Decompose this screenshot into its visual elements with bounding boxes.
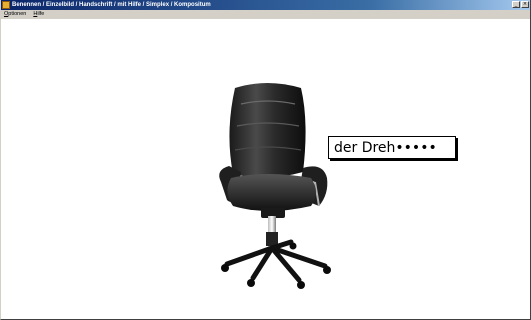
app-icon[interactable] — [2, 1, 10, 9]
title-bar[interactable]: Benennen / Einzelbild / Handschrift / mi… — [1, 0, 530, 10]
menu-bar: Optionen Hilfe — [1, 10, 530, 20]
minimize-button[interactable]: _ — [512, 1, 520, 8]
menu-optionen-label: ptionen — [8, 11, 27, 17]
app-window: Benennen / Einzelbild / Handschrift / mi… — [0, 0, 531, 320]
answer-word-box[interactable]: der Dreh••••• — [328, 136, 456, 159]
answer-text: der Dreh••••• — [334, 139, 437, 156]
title-buttons: _ × — [511, 1, 529, 8]
menu-hilfe[interactable]: Hilfe — [33, 10, 44, 19]
menu-hilfe-label: ilfe — [37, 11, 45, 17]
window-title: Benennen / Einzelbild / Handschrift / mi… — [12, 2, 211, 8]
exercise-area: der Dreh••••• — [1, 20, 530, 319]
menu-optionen[interactable]: Optionen — [4, 10, 26, 19]
office-chair-image — [219, 83, 331, 289]
close-button[interactable]: × — [521, 1, 529, 8]
